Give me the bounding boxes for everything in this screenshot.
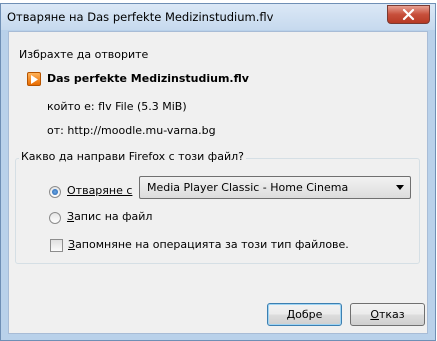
- media-file-icon: [27, 72, 41, 86]
- save-file-hotkey: З: [67, 210, 75, 223]
- action-group-label: Какво да направи Firefox с този файл?: [19, 150, 246, 163]
- close-button[interactable]: [387, 5, 430, 24]
- title-bar[interactable]: Отваряне на Das perfekte Medizinstudium.…: [1, 4, 435, 30]
- dialog-window: Отваряне на Das perfekte Medizinstudium.…: [0, 3, 436, 341]
- ok-button[interactable]: Добре: [267, 303, 342, 326]
- file-source-row: от: http://moodle.mu-varna.bg: [47, 124, 216, 137]
- remember-checkbox[interactable]: [50, 239, 63, 252]
- dialog-body: Избрахте да отворите Das perfekte Medizi…: [8, 31, 428, 334]
- save-file-label[interactable]: Запис на файл: [67, 210, 152, 223]
- open-with-hotkey: О: [67, 184, 76, 197]
- file-source-value: http://moodle.mu-varna.bg: [67, 124, 216, 137]
- cancel-hotkey: О: [370, 308, 379, 321]
- chevron-down-icon: [396, 185, 404, 190]
- cancel-label-rest: тказ: [379, 308, 405, 321]
- ok-hotkey: Д: [286, 308, 296, 321]
- remember-label[interactable]: Запомняне на операцията за този тип файл…: [68, 238, 349, 251]
- file-type-label: който е:: [47, 100, 95, 113]
- application-select-value: Media Player Classic - Home Cinema: [147, 181, 349, 194]
- remember-hotkey: З: [68, 238, 76, 251]
- open-with-label[interactable]: Отваряне с: [67, 184, 132, 197]
- dialog-heading: Избрахте да отворите: [19, 48, 149, 61]
- open-with-label-rest: тваряне с: [75, 184, 133, 197]
- cancel-button[interactable]: Отказ: [350, 303, 425, 326]
- file-source-label: от:: [47, 124, 64, 137]
- save-file-radio[interactable]: [49, 212, 61, 224]
- save-file-label-rest: апис на файл: [74, 210, 153, 223]
- open-with-radio[interactable]: [49, 186, 61, 198]
- remember-label-rest: апомняне на операцията за този тип файло…: [75, 238, 349, 251]
- close-icon: [402, 9, 415, 21]
- file-type-value: flv File (5.3 MiB): [98, 100, 187, 113]
- window-title: Отваряне на Das perfekte Medizinstudium.…: [7, 10, 274, 24]
- application-select[interactable]: Media Player Classic - Home Cinema: [139, 176, 411, 199]
- file-name: Das perfekte Medizinstudium.flv: [47, 72, 249, 85]
- ok-label-rest: обре: [295, 308, 323, 321]
- file-type-row: който е: flv File (5.3 MiB): [47, 100, 187, 113]
